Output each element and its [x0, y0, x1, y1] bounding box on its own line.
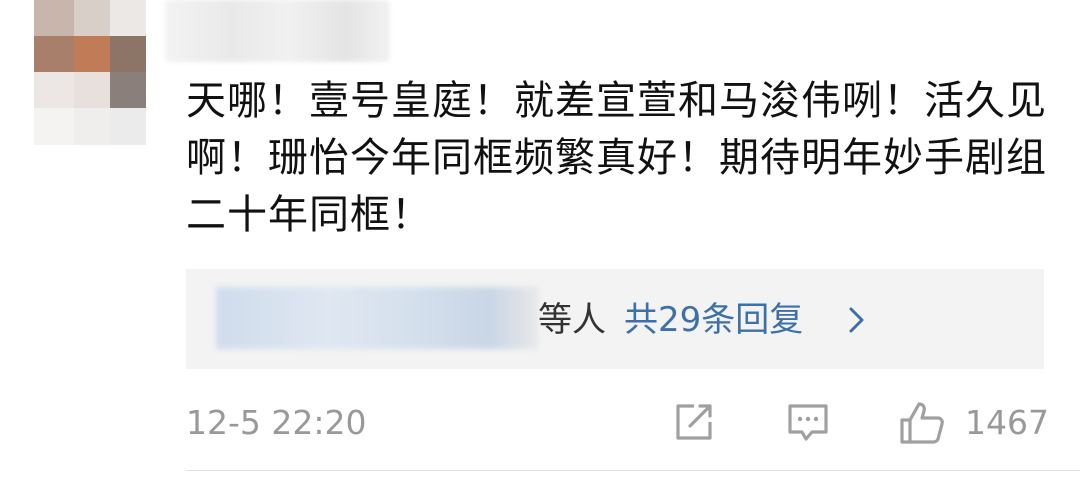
replies-preview[interactable]: 等人 共29条回复	[186, 269, 1044, 369]
divider	[186, 470, 1080, 471]
replies-suffix: 等人	[538, 300, 606, 340]
like-count: 1467	[965, 403, 1049, 442]
thumbs-up-icon[interactable]	[898, 400, 946, 446]
chevron-right-icon[interactable]	[841, 305, 871, 335]
comment-text: 天哪！壹号皇庭！就差宣萱和马浚伟咧！活久见啊！珊怡今年同框频繁真好！期待明年妙手…	[186, 78, 1047, 238]
view-replies-link[interactable]: 共29条回复	[624, 295, 803, 345]
comment-icon[interactable]	[786, 400, 830, 446]
avatar[interactable]	[0, 0, 150, 145]
replier-names-redacted	[216, 287, 538, 349]
username-redacted[interactable]	[165, 0, 390, 62]
comment-timestamp: 12-5 22:20	[186, 403, 367, 442]
share-icon[interactable]	[672, 400, 716, 446]
